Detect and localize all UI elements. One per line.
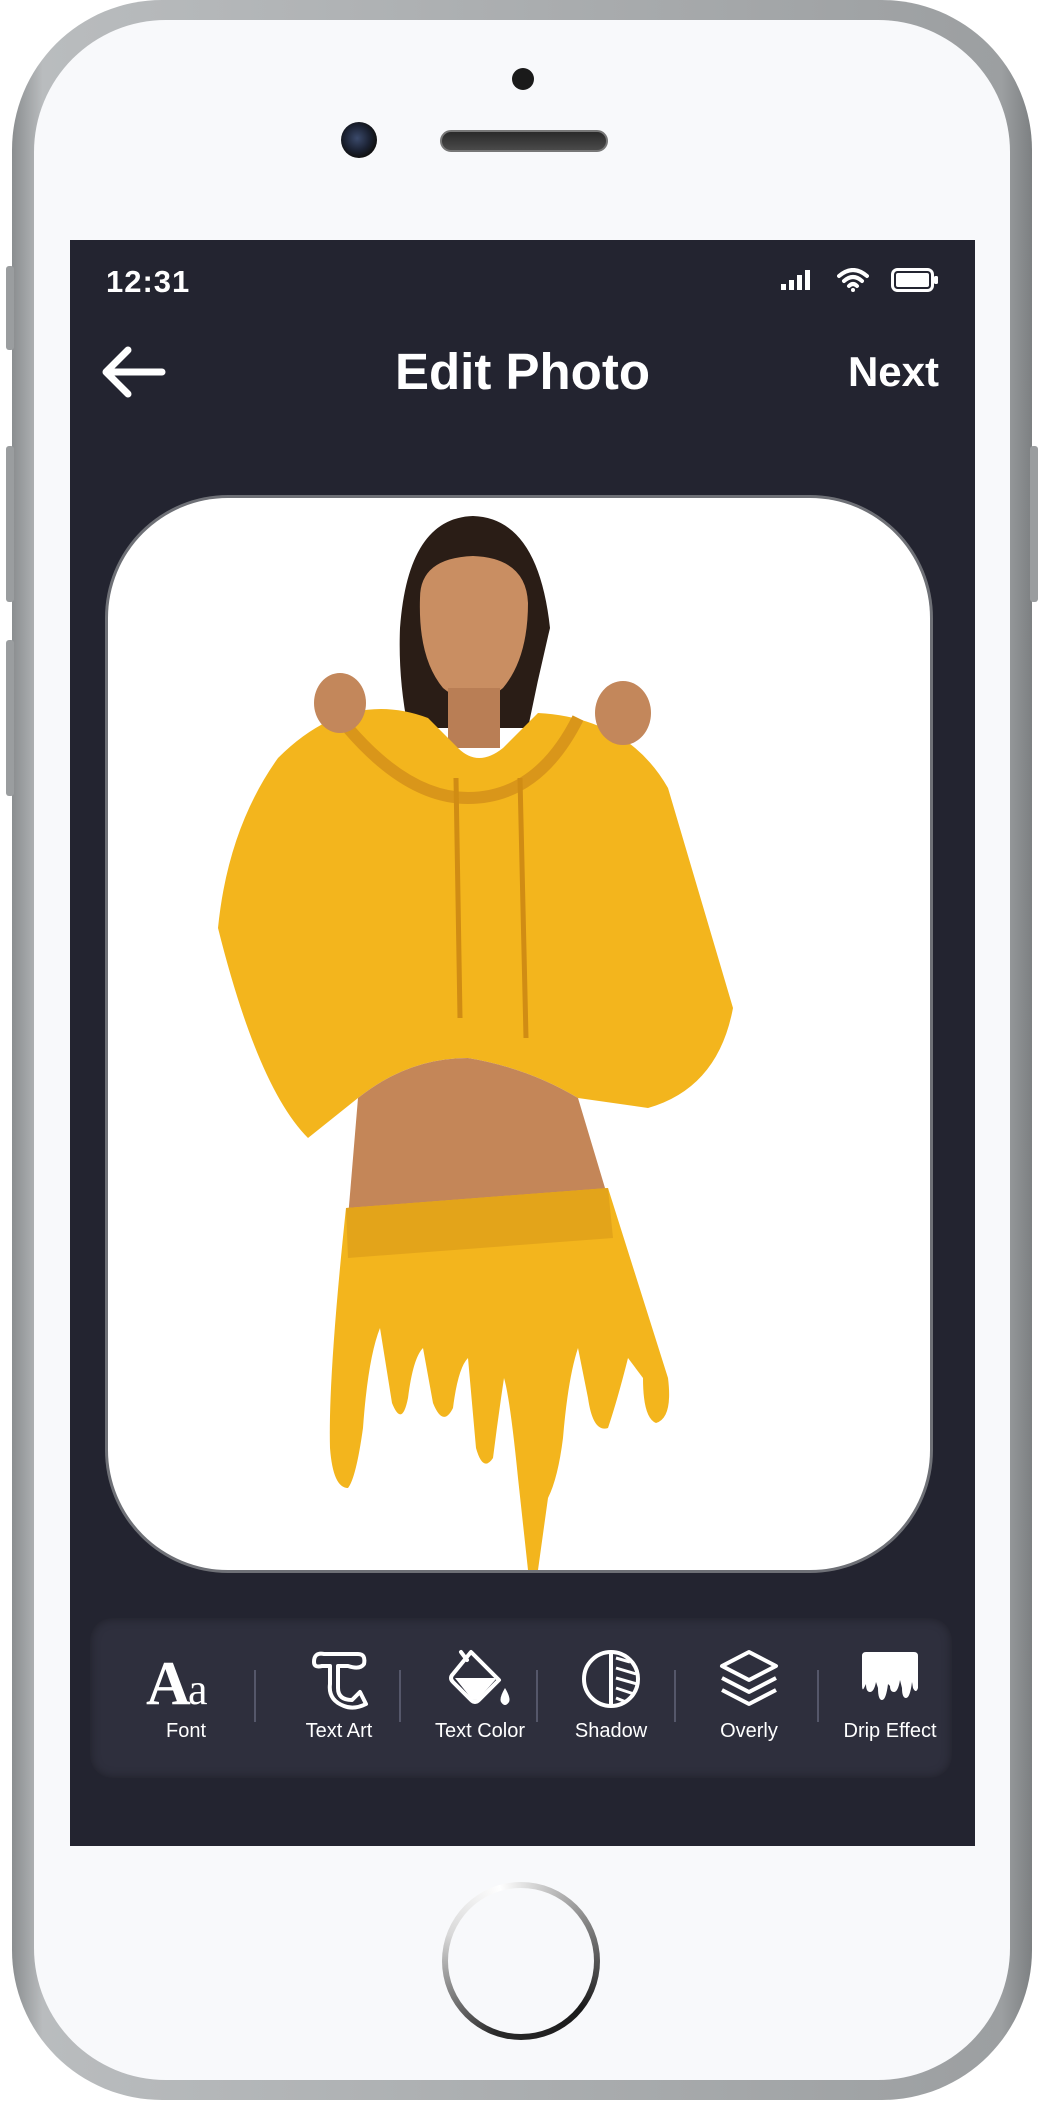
toolbar-divider (536, 1670, 538, 1722)
left-hand (314, 673, 366, 733)
earpiece-speaker (440, 130, 608, 152)
shadow-icon (582, 1650, 640, 1708)
page-title: Edit Photo (395, 343, 650, 400)
tool-text-art[interactable]: Text Art (274, 1648, 404, 1743)
tool-drip-effect-label: Drip Effect (843, 1720, 937, 1742)
toolbar-divider (817, 1670, 819, 1722)
tool-overlay[interactable]: Overly (694, 1648, 804, 1743)
toolbar-divider (399, 1670, 401, 1722)
tool-text-art-label: Text Art (305, 1720, 373, 1742)
status-time: 12:31 (106, 264, 191, 299)
home-button[interactable] (442, 1882, 600, 2040)
power-button (1030, 446, 1038, 602)
edit-toolbar: A a Font Text Art Text Color Shadow Over… (90, 1618, 952, 1778)
battery-icon (891, 268, 939, 297)
signal-icon (781, 270, 815, 295)
neck-shape (448, 688, 500, 748)
photo-canvas[interactable] (108, 498, 930, 1570)
wifi-icon (837, 268, 869, 297)
silent-switch (6, 266, 14, 350)
edited-photo (218, 516, 733, 1570)
app-screen: 12:31 Edit Photo Next A a Font Text Art … (70, 240, 975, 1846)
tool-drip-effect[interactable]: Drip Effect (830, 1648, 950, 1743)
right-hand (595, 681, 651, 745)
volume-up-button (6, 446, 14, 602)
next-button[interactable]: Next (848, 348, 939, 396)
text-art-icon (312, 1651, 368, 1710)
tool-font[interactable]: A a Font (136, 1648, 236, 1743)
tool-text-color[interactable]: Text Color (410, 1648, 550, 1743)
toolbar-divider (674, 1670, 676, 1722)
svg-text:a: a (188, 1665, 208, 1710)
tool-overlay-label: Overly (720, 1720, 778, 1742)
tool-shadow-label: Shadow (574, 1720, 648, 1742)
paint-bucket-icon (449, 1650, 510, 1705)
drip-effect-icon (862, 1652, 918, 1700)
status-icons (781, 268, 939, 297)
tool-text-color-label: Text Color (434, 1720, 526, 1742)
volume-down-button (6, 640, 14, 796)
front-camera (341, 122, 377, 158)
font-icon: A a (146, 1650, 208, 1710)
toolbar-divider (254, 1670, 256, 1722)
tool-shadow[interactable]: Shadow (556, 1648, 666, 1743)
proximity-sensor (512, 68, 534, 90)
header-bar: Edit Photo Next (70, 332, 975, 412)
tool-font-label: Font (165, 1720, 207, 1742)
layers-icon (720, 1650, 778, 1706)
svg-text:A: A (146, 1650, 191, 1710)
